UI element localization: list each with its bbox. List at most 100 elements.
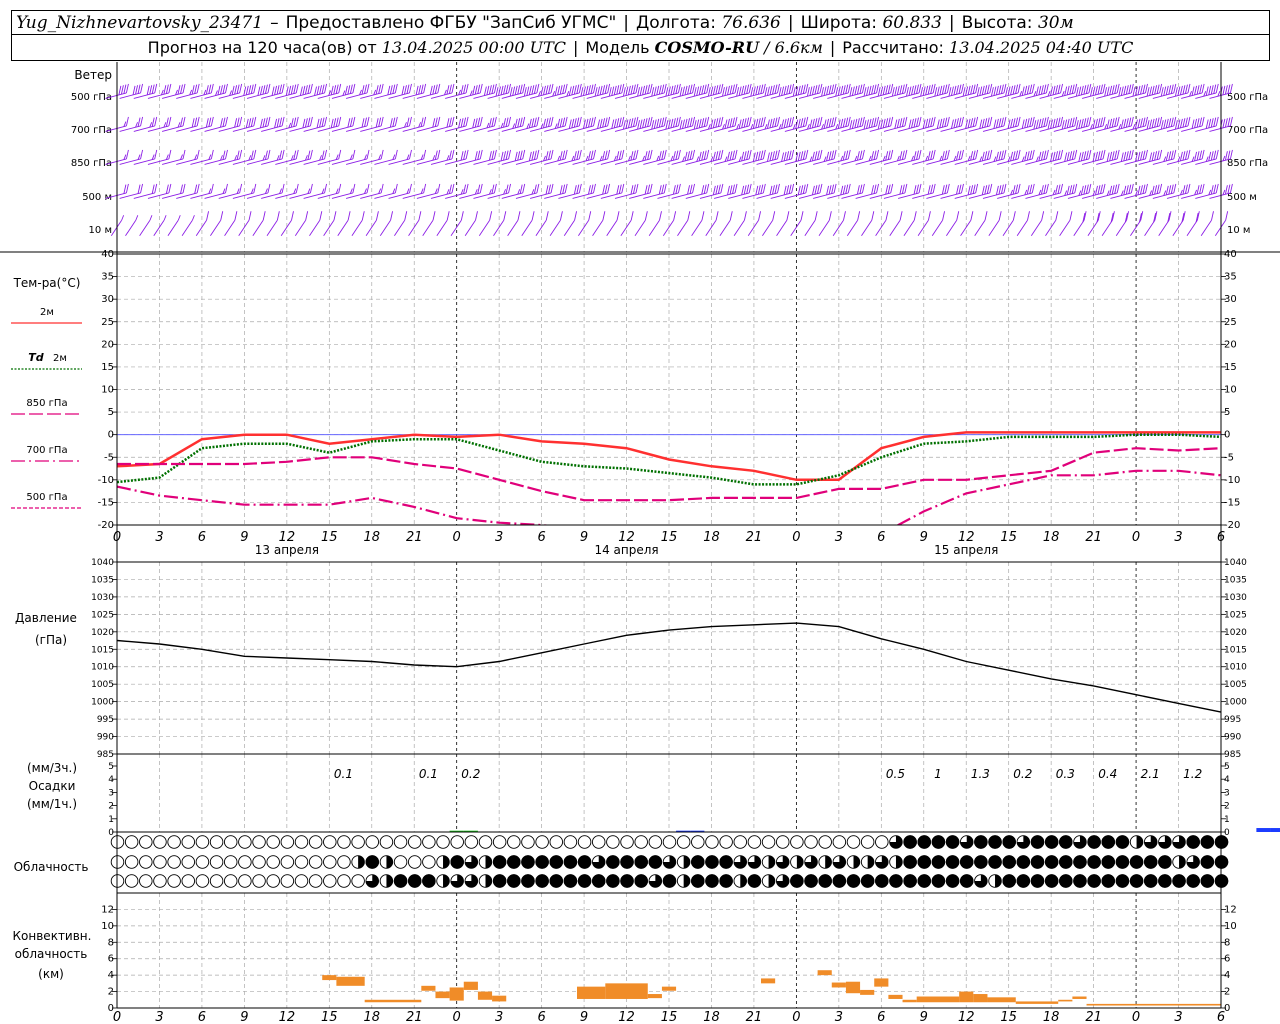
wind-barb-feather <box>1187 183 1191 194</box>
cloud-fill-full <box>719 874 733 888</box>
wind-barb-feather <box>1095 85 1098 95</box>
precip-total-label: 0.1 <box>419 767 438 781</box>
convective-layer <box>647 994 662 999</box>
wind-barb-feather <box>180 184 183 194</box>
wind-barb-feather <box>972 184 976 194</box>
precip-total-label: 0.5 <box>886 767 905 781</box>
wind-barb-feather <box>1024 118 1028 128</box>
wind-barb <box>161 149 186 165</box>
wind-barb-feather <box>316 118 320 128</box>
wind-barb-feather <box>279 84 283 94</box>
cloud-symbol <box>167 835 181 849</box>
wind-barb-feather <box>828 118 832 128</box>
wind-barb-shaft <box>1073 220 1085 237</box>
wind-barb-feather <box>890 149 894 160</box>
wind-barb-feather <box>493 149 497 160</box>
wind-barb-feather <box>1114 117 1118 127</box>
wind-barb-feather <box>1174 120 1178 130</box>
wind-barb-feather <box>573 118 577 128</box>
wind-barb-feather <box>1052 118 1056 128</box>
wind-barb-feather <box>1015 150 1019 160</box>
wind-barb-feather <box>750 87 754 97</box>
wind-barb-feather <box>394 116 398 127</box>
cloud-circle <box>436 835 450 849</box>
wind-barb-feather <box>1125 118 1129 128</box>
wind-barb <box>1158 211 1172 237</box>
wind-barb-feather <box>295 149 299 160</box>
wind-barb-feather <box>165 117 169 127</box>
y-tick-label-left: 30 <box>101 294 114 305</box>
y-tick-label-right: 4 <box>1224 970 1230 981</box>
wind-barb-feather <box>661 184 665 194</box>
convective-panel: 0 02 24 46 68 810 1012 12Конвективн.облачность(… <box>13 892 1237 1024</box>
y-tick-label-left: 1035 <box>91 575 114 585</box>
wind-barb-feather <box>257 86 261 96</box>
wind-barb-feather <box>679 87 683 97</box>
wind-barb-feather <box>1151 151 1155 161</box>
x-tick-label: 15 <box>321 530 338 545</box>
wind-barb-feather <box>602 151 606 161</box>
y-tick-label-left: 4 <box>108 775 114 785</box>
wind-barb-feather <box>618 84 622 94</box>
wind-barb-feather <box>1031 83 1035 94</box>
cloud-symbol <box>407 855 422 869</box>
cloud-symbol <box>804 855 818 869</box>
wind-barb <box>903 211 917 237</box>
wind-barb-feather <box>715 151 719 161</box>
wind-barb-feather <box>1055 185 1058 195</box>
wind-barb-feather <box>665 87 669 97</box>
wind-barb-feather <box>1187 116 1191 127</box>
wind-barb-feather <box>1185 117 1188 127</box>
cloud-fill-full <box>691 874 705 888</box>
wind-barb <box>691 211 705 237</box>
wind-barb-feather <box>1196 185 1200 195</box>
x-tick-label: 18 <box>363 1010 380 1024</box>
wind-barb-feather <box>732 184 735 194</box>
wind-barb-feather <box>1211 211 1214 221</box>
wind-barb-feather <box>265 150 268 160</box>
cloud-fill-full <box>691 855 705 869</box>
wind-barb-feather <box>859 117 863 127</box>
wind-barb-feather <box>380 116 384 127</box>
wind-barb-feather <box>1111 118 1115 128</box>
wind-barb-feather <box>826 85 830 95</box>
wind-barb-feather <box>630 151 634 161</box>
x-tick-label: 18 <box>363 530 380 545</box>
wind-barb <box>931 211 946 237</box>
wind-barb-feather <box>1215 83 1219 94</box>
wind-barb-feather <box>503 151 506 161</box>
wind-barb-feather <box>777 83 780 94</box>
wind-barb <box>662 211 677 237</box>
wind-barb-feather <box>1125 85 1129 95</box>
cloud-symbol <box>733 835 748 849</box>
wind-barb-feather <box>302 85 306 95</box>
wind-barb-feather <box>1033 120 1037 130</box>
wind-barb <box>988 211 1002 237</box>
cloud-fill-full <box>662 874 677 888</box>
wind-barb-feather <box>536 83 540 94</box>
wind-barb-feather <box>121 215 125 221</box>
day-label: 13 апреля <box>255 543 319 557</box>
cloud-fill-full <box>393 874 408 888</box>
wind-barb-feather <box>701 85 705 95</box>
wind-barb-feather <box>876 83 880 94</box>
wind-barb-feather <box>531 85 535 95</box>
cloud-circle <box>832 835 847 849</box>
wind-barb-feather <box>720 83 724 94</box>
wind-barb-feather <box>932 149 936 160</box>
wind-barb-feather <box>191 85 195 95</box>
wind-barb-feather <box>432 85 436 95</box>
x-tick-label: 21 <box>1085 530 1102 545</box>
cloud-fill-full <box>492 855 507 869</box>
wind-barb-feather <box>1074 83 1078 94</box>
wind-barb-feather <box>672 185 676 195</box>
wind-barb-feather <box>125 116 129 127</box>
wind-barb-shaft <box>875 220 887 237</box>
wind-barb-feather <box>248 85 252 95</box>
wind-barb-feather <box>1026 85 1030 95</box>
wind-barb-feather <box>627 85 631 95</box>
cloud-circle <box>351 874 365 888</box>
wind-barb-feather <box>1208 118 1212 128</box>
cloud-circle <box>308 874 323 888</box>
x-tick-label: 12 <box>618 1010 635 1024</box>
